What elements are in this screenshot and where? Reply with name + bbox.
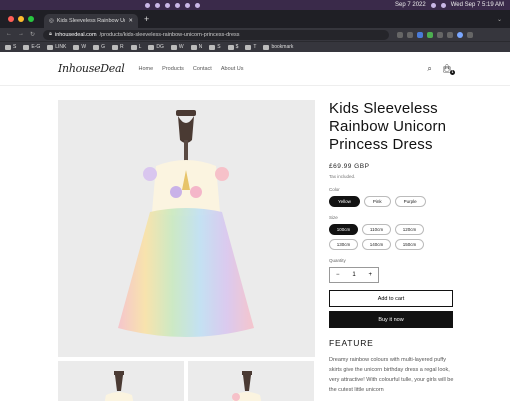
more-icon[interactable] <box>467 31 474 38</box>
nav-contact[interactable]: Contact <box>193 66 212 72</box>
bookmark-item[interactable]: S <box>209 44 221 50</box>
status-icon[interactable] <box>175 2 181 8</box>
bookmark-item[interactable]: DG <box>148 44 164 50</box>
bookmark-item[interactable]: LINK <box>47 44 66 50</box>
size-option-110cm[interactable]: 110cm <box>362 224 391 235</box>
product-thumbnail[interactable] <box>188 361 314 401</box>
url-path: /products/kids-sleeveless-rainbow-unicor… <box>99 31 240 38</box>
bookmark-star-icon[interactable] <box>407 31 414 38</box>
product-gallery <box>58 100 315 401</box>
minimize-window-icon[interactable] <box>18 16 24 22</box>
bookmark-item[interactable]: bookmark <box>263 44 293 50</box>
bookmark-item[interactable]: G <box>93 44 105 50</box>
address-toolbar: ← → ↻ 🔒︎ inhousedeal.com/products/kids-s… <box>0 28 510 41</box>
puzzle-icon[interactable] <box>437 31 444 38</box>
reload-icon[interactable]: ↻ <box>30 31 35 38</box>
quantity-decrease-button[interactable]: − <box>336 272 340 278</box>
buy-now-button[interactable]: Buy it now <box>329 311 453 328</box>
extension-icons <box>397 31 474 38</box>
web-page: InhouseDeal Home Products Contact About … <box>0 52 510 401</box>
browser-tab-bar: ◎ Kids Sleeveless Rainbow Unic ✕ + ⌄ <box>0 10 510 28</box>
sidebar-icon[interactable] <box>447 31 454 38</box>
quantity-stepper: − 1 + <box>329 267 379 283</box>
product-title: Kids Sleeveless Rainbow Unicorn Princess… <box>329 100 447 153</box>
lock-icon: 🔒︎ <box>49 31 52 37</box>
size-option-120cm[interactable]: 120cm <box>395 224 424 235</box>
size-label: Size <box>329 215 338 220</box>
tax-note: Tax included. <box>329 174 356 179</box>
bookmark-item[interactable]: N <box>190 44 202 50</box>
add-to-cart-button[interactable]: Add to cart <box>329 290 453 307</box>
profile-avatar[interactable] <box>457 31 464 38</box>
feature-heading: FEATURE <box>329 338 374 348</box>
product-thumbnail[interactable] <box>58 361 184 401</box>
color-label: Color <box>329 187 340 192</box>
bookmark-item[interactable]: R <box>111 44 124 50</box>
bookmark-item[interactable]: L <box>130 44 141 50</box>
macos-menubar: Sep 7 2022 Wed Sep 7 5:19 AM <box>0 0 510 10</box>
status-icon[interactable] <box>165 2 171 8</box>
store-header: InhouseDeal Home Products Contact About … <box>0 52 510 86</box>
bookmark-item[interactable]: W <box>73 44 86 50</box>
bookmark-item[interactable]: T <box>245 44 256 50</box>
quantity-increase-button[interactable]: + <box>368 272 372 278</box>
tab-search-icon[interactable]: ⌄ <box>497 16 502 23</box>
size-option-140cm[interactable]: 140cm <box>362 239 391 250</box>
nav-home[interactable]: Home <box>138 66 153 72</box>
product-main-image[interactable] <box>58 100 315 357</box>
wifi-icon[interactable] <box>430 2 436 8</box>
extension-icon[interactable] <box>417 31 424 38</box>
close-tab-icon[interactable]: ✕ <box>128 18 133 24</box>
menubar-status-icons: Sep 7 2022 Wed Sep 7 5:19 AM <box>145 2 504 8</box>
bookmark-item[interactable]: W <box>170 44 184 50</box>
status-icon[interactable] <box>155 2 161 8</box>
maximize-window-icon[interactable] <box>28 16 34 22</box>
size-options: 100cm 110cm 120cm 130cm 140cm 150cm <box>329 224 454 250</box>
address-bar[interactable]: 🔒︎ inhousedeal.com/products/kids-sleevel… <box>43 29 390 40</box>
share-icon[interactable] <box>397 31 404 38</box>
cart-count-badge: 1 <box>450 70 455 75</box>
bookmark-item[interactable]: E-G <box>23 44 40 50</box>
bookmark-item[interactable]: S <box>5 44 16 50</box>
forward-icon[interactable]: → <box>18 31 24 38</box>
color-options: Yellow Pink Purple <box>329 196 454 207</box>
window-controls <box>8 16 34 22</box>
quantity-input[interactable]: 1 <box>352 272 355 278</box>
color-option-purple[interactable]: Purple <box>394 196 426 207</box>
product-price: £69.99 GBP <box>329 163 370 170</box>
nav-about-us[interactable]: About Us <box>221 66 244 72</box>
menubar-clock[interactable]: Wed Sep 7 5:19 AM <box>451 2 504 8</box>
tab-title: Kids Sleeveless Rainbow Unic <box>56 18 126 24</box>
bookmark-item[interactable]: $ <box>227 44 238 50</box>
store-logo[interactable]: InhouseDeal <box>58 62 125 75</box>
globe-icon: ◎ <box>49 18 54 24</box>
search-icon[interactable] <box>440 2 446 8</box>
back-icon[interactable]: ← <box>6 31 12 38</box>
color-option-yellow[interactable]: Yellow <box>329 196 360 207</box>
size-option-130cm[interactable]: 130cm <box>329 239 358 250</box>
quantity-label: Quantity <box>329 258 346 263</box>
status-icon[interactable] <box>185 2 191 8</box>
size-option-150cm[interactable]: 150cm <box>395 239 424 250</box>
main-nav: Home Products Contact About Us <box>138 66 243 72</box>
search-icon[interactable]: ⌕ <box>427 64 431 74</box>
status-icon[interactable] <box>195 2 201 8</box>
extension-icon[interactable] <box>427 31 434 38</box>
menubar-date[interactable]: Sep 7 2022 <box>395 2 426 8</box>
size-option-100cm[interactable]: 100cm <box>329 224 358 235</box>
nav-products[interactable]: Products <box>162 66 184 72</box>
url-host: inhousedeal.com <box>54 31 97 38</box>
color-option-pink[interactable]: Pink <box>363 196 391 207</box>
bookmarks-bar: S E-G LINK W G R L DG W N S $ T bookmark <box>0 41 510 52</box>
new-tab-icon[interactable]: + <box>144 14 149 24</box>
product-info: Kids Sleeveless Rainbow Unicorn Princess… <box>329 100 454 395</box>
close-window-icon[interactable] <box>8 16 14 22</box>
cart-icon[interactable]: 👜︎ 1 <box>442 64 455 75</box>
active-tab[interactable]: ◎ Kids Sleeveless Rainbow Unic ✕ <box>44 14 138 28</box>
product-description: Dreamy rainbow colours with multi-layere… <box>329 357 454 393</box>
status-icon[interactable] <box>145 2 151 8</box>
